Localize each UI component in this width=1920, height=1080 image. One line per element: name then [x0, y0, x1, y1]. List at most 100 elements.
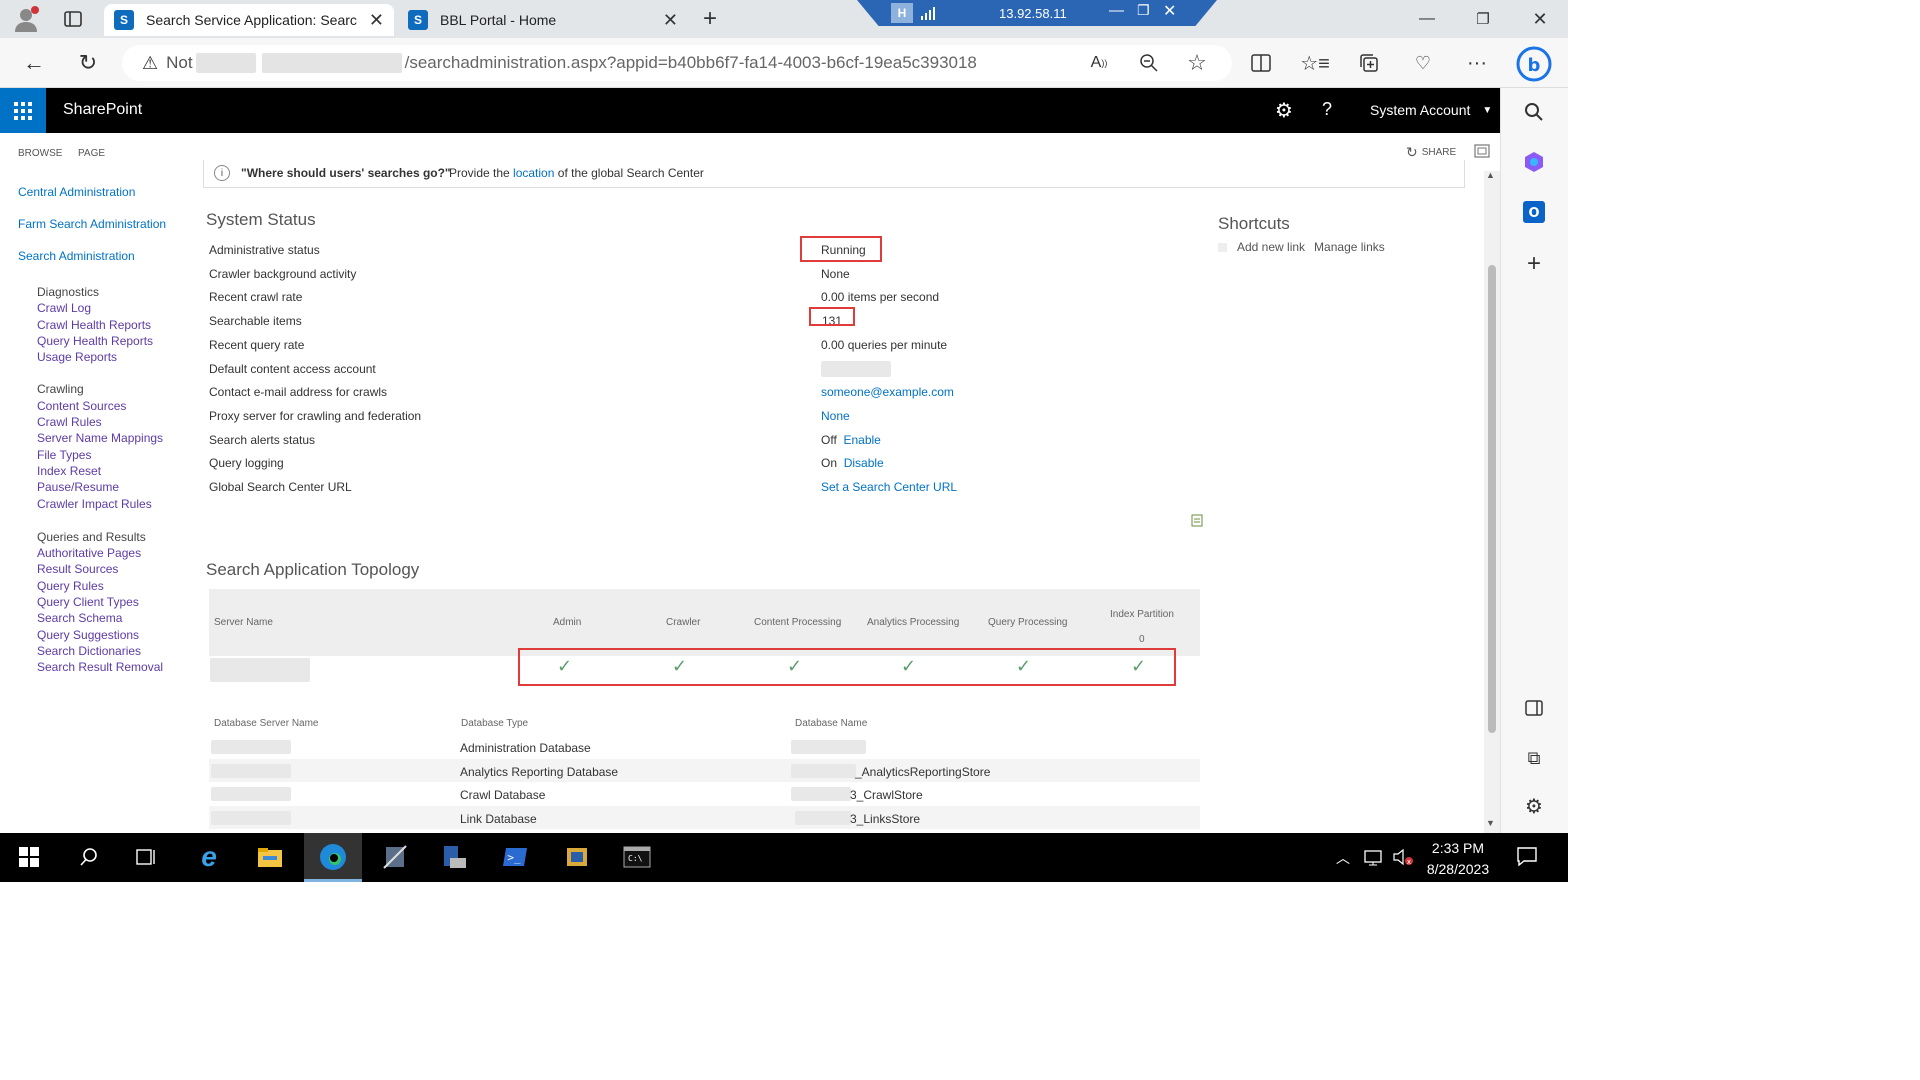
set-search-center-link[interactable]: Set a Search Center URL [821, 480, 957, 494]
proxy-server-link[interactable]: None [821, 409, 850, 423]
add-icon[interactable]: + [1520, 250, 1548, 278]
disable-logging-link[interactable]: Disable [844, 456, 884, 470]
nav-result-sources[interactable]: Result Sources [37, 561, 197, 577]
server-manager-icon[interactable] [378, 841, 412, 873]
share-button[interactable]: ↻ SHARE [1406, 144, 1456, 161]
enable-alerts-link[interactable]: Enable [843, 433, 880, 447]
show-hidden-icons-icon[interactable]: ︿ [1336, 848, 1350, 868]
nav-query-client-types[interactable]: Query Client Types [37, 594, 197, 610]
refresh-icon[interactable]: ↻ [72, 48, 104, 78]
tab-search-service[interactable]: S Search Service Application: Searc ✕ [104, 4, 394, 36]
settings-gear-icon[interactable]: ⚙ [1272, 98, 1296, 122]
zoom-out-icon[interactable] [1134, 50, 1164, 76]
tab-page[interactable]: PAGE [78, 148, 105, 159]
not-secure-label: Not [166, 53, 193, 72]
taskbar-search-icon[interactable] [72, 841, 106, 873]
window-close-icon[interactable]: ✕ [1525, 6, 1555, 32]
tab-browse[interactable]: BROWSE [18, 148, 62, 159]
left-navigation-groups: Diagnostics Crawl Log Crawl Health Repor… [37, 284, 197, 676]
browser-essentials-icon[interactable]: ♡ [1408, 50, 1438, 76]
minimize-icon[interactable]: — [1109, 2, 1124, 19]
nav-crawl-health-reports[interactable]: Crawl Health Reports [37, 317, 197, 333]
nav-file-types[interactable]: File Types [37, 447, 197, 463]
edge-browser-icon[interactable] [316, 841, 350, 873]
manage-links[interactable]: Manage links [1314, 240, 1385, 254]
back-icon[interactable]: ← [18, 48, 50, 78]
tab-actions-icon[interactable] [58, 6, 88, 32]
pin-icon[interactable]: H [891, 3, 913, 23]
topology-title: Search Application Topology [206, 560, 420, 579]
favorite-star-icon[interactable]: ☆ [1182, 50, 1212, 76]
nav-index-reset[interactable]: Index Reset [37, 463, 197, 479]
nav-crawl-rules[interactable]: Crawl Rules [37, 414, 197, 430]
account-menu[interactable]: System Account ▼ [1370, 102, 1492, 118]
profile-avatar-icon[interactable] [8, 3, 44, 35]
restore-icon[interactable]: ❐ [1137, 2, 1150, 19]
copilot-hexagon-icon[interactable] [1520, 148, 1548, 176]
remote-desktop-bar: H 13.92.58.11 — ❐ ✕ [857, 0, 1217, 26]
close-icon[interactable]: ✕ [369, 10, 384, 31]
close-icon[interactable]: ✕ [1163, 1, 1176, 21]
nav-query-suggestions[interactable]: Query Suggestions [37, 627, 197, 643]
open-external-icon[interactable]: ⧉ [1520, 744, 1548, 772]
nav-usage-reports[interactable]: Usage Reports [37, 349, 197, 365]
favorites-icon[interactable]: ☆≡ [1300, 50, 1330, 76]
nav-query-health-reports[interactable]: Query Health Reports [37, 333, 197, 349]
outlook-icon[interactable]: O [1520, 198, 1548, 226]
taskbar-clock[interactable]: 2:33 PM 8/28/2023 [1418, 838, 1498, 880]
command-prompt-icon[interactable]: C:\ [620, 841, 654, 873]
bing-copilot-icon[interactable]: b [1514, 44, 1554, 84]
windows-start-icon[interactable] [12, 841, 46, 873]
powershell-icon[interactable]: >_ [498, 841, 532, 873]
nav-farm-search-administration[interactable]: Farm Search Administration [18, 217, 188, 231]
tab-title: Search Service Application: Searc [146, 12, 357, 28]
nav-content-sources[interactable]: Content Sources [37, 398, 197, 414]
window-minimize-icon[interactable]: — [1412, 6, 1442, 32]
app-launcher-icon[interactable] [0, 88, 46, 133]
close-icon[interactable]: ✕ [663, 10, 678, 31]
sidebar-toggle-icon[interactable] [1520, 694, 1548, 722]
contact-email-link[interactable]: someone@example.com [821, 385, 954, 399]
nav-server-name-mappings[interactable]: Server Name Mappings [37, 430, 197, 446]
export-icon[interactable] [1190, 513, 1204, 527]
nav-search-administration[interactable]: Search Administration [18, 249, 188, 263]
nav-crawl-log[interactable]: Crawl Log [37, 300, 197, 316]
address-field[interactable]: ⚠ Not /searchadministration.aspx?appid=b… [122, 45, 1232, 81]
internet-explorer-icon[interactable]: e [192, 841, 226, 873]
volume-muted-icon[interactable]: x [1392, 848, 1414, 869]
scroll-up-icon[interactable]: ▲ [1486, 170, 1495, 180]
scrollbar-thumb[interactable] [1488, 265, 1496, 733]
task-view-icon[interactable] [130, 841, 164, 873]
window-restore-icon[interactable]: ❐ [1468, 6, 1498, 32]
network-icon[interactable] [1364, 848, 1384, 869]
svg-text:O: O [1528, 206, 1539, 221]
scroll-down-icon[interactable]: ▼ [1486, 818, 1495, 828]
split-screen-icon[interactable] [1246, 50, 1276, 76]
more-menu-icon[interactable]: ··· [1462, 50, 1492, 76]
nav-central-administration[interactable]: Central Administration [18, 185, 188, 199]
search-icon[interactable] [1520, 98, 1548, 126]
focus-content-icon[interactable] [1472, 142, 1492, 160]
content-access-account-value[interactable] [821, 358, 1201, 382]
sharepoint-management-icon[interactable] [438, 841, 472, 873]
configuration-wizard-icon[interactable] [560, 841, 594, 873]
add-new-link[interactable]: Add new link [1237, 240, 1305, 254]
read-aloud-icon[interactable]: A)) [1084, 50, 1114, 76]
brand-title[interactable]: SharePoint [63, 101, 142, 119]
nav-search-dictionaries[interactable]: Search Dictionaries [37, 643, 197, 659]
nav-group-heading: Queries and Results [37, 529, 146, 544]
nav-authoritative-pages[interactable]: Authoritative Pages [37, 545, 197, 561]
nav-query-rules[interactable]: Query Rules [37, 578, 197, 594]
sidebar-settings-icon[interactable]: ⚙ [1520, 792, 1548, 820]
new-tab-icon[interactable]: + [696, 5, 724, 32]
nav-pause-resume[interactable]: Pause/Resume [37, 479, 197, 495]
help-icon[interactable]: ? [1322, 99, 1332, 120]
action-center-icon[interactable] [1516, 846, 1538, 869]
nav-search-schema[interactable]: Search Schema [37, 610, 197, 626]
collections-icon[interactable] [1354, 50, 1384, 76]
nav-search-result-removal[interactable]: Search Result Removal [37, 659, 197, 675]
nav-crawler-impact-rules[interactable]: Crawler Impact Rules [37, 496, 197, 512]
tab-bbl-portal[interactable]: S BBL Portal - Home ✕ [398, 4, 688, 36]
file-explorer-icon[interactable] [253, 841, 287, 873]
notice-location-link[interactable]: location [513, 166, 554, 180]
